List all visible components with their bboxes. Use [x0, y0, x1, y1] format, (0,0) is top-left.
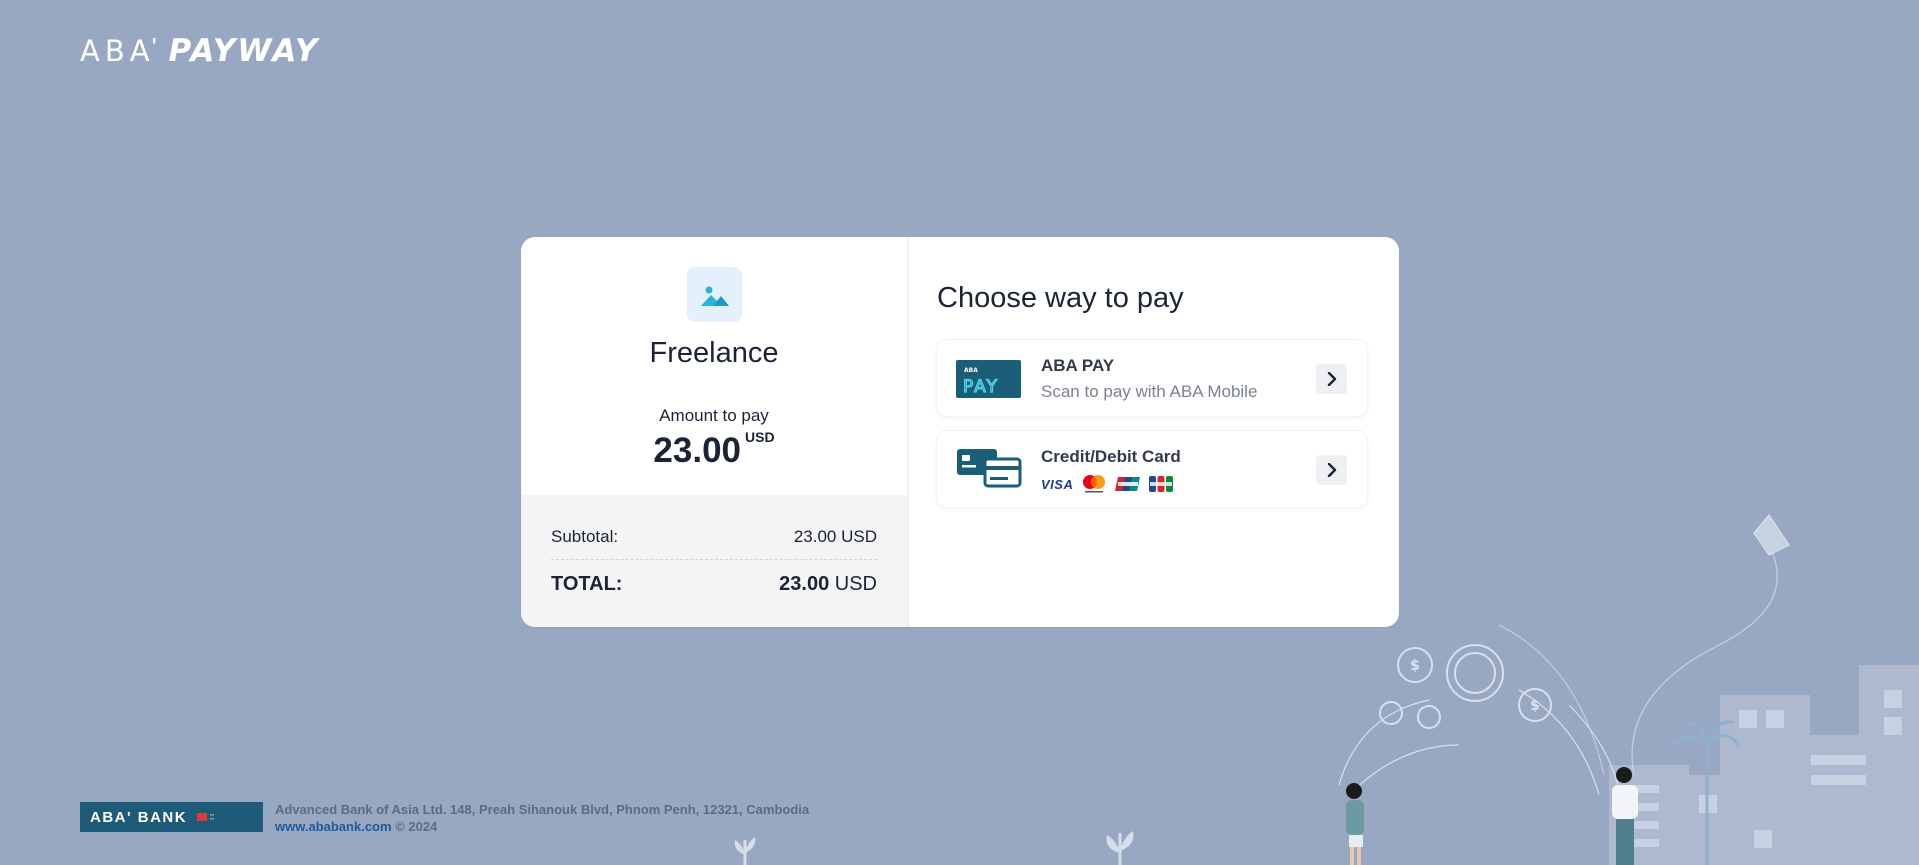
- footer-links: www.ababank.com © 2024: [275, 818, 809, 835]
- aba-pay-icon-text: PAY: [963, 377, 999, 397]
- aba-bank-logo-text: ABA' BANK: [90, 808, 188, 826]
- jcb-logo: [1149, 476, 1174, 492]
- order-panel: Freelance Amount to pay 23.00 USD Subtota…: [521, 237, 909, 627]
- amount-label: Amount to pay: [659, 406, 769, 425]
- copyright: © 2024: [395, 819, 438, 834]
- payment-title: Choose way to pay: [937, 282, 1184, 314]
- city-illustration: $ $: [1338, 514, 1919, 865]
- website-link[interactable]: www.ababank.com: [275, 819, 392, 834]
- amount-value: 23.00: [653, 431, 742, 470]
- payway-logo: ABA ' PAYWAY: [80, 32, 320, 69]
- dollar-icon: $: [1410, 658, 1420, 674]
- total-amount: 23.00: [779, 573, 830, 595]
- aba-pay-icon-top-text: ABA: [964, 367, 978, 374]
- subtotal-row: Subtotal: 23.00 USD: [551, 527, 877, 547]
- summary-divider: [551, 559, 877, 560]
- footer-info: Advanced Bank of Asia Ltd. 148, Preah Si…: [275, 801, 809, 835]
- national-bank-logo: ▪▪▪ ▪▪▪: [210, 812, 215, 821]
- mastercard-logo: [1083, 475, 1106, 493]
- canada-flag-icon: [197, 813, 208, 821]
- aba-pay-title: ABA PAY: [1041, 356, 1115, 375]
- logo-payway-text: PAYWAY: [168, 33, 320, 69]
- aba-pay-icon: ABA PAY: [956, 360, 1021, 403]
- footer-address: Advanced Bank of Asia Ltd. 148, Preah Si…: [275, 802, 810, 817]
- merchant-name: Freelance: [649, 337, 779, 369]
- total-row: TOTAL: 23.00 USD: [551, 573, 877, 596]
- amount-currency: USD: [745, 429, 775, 445]
- card-brands: VISA: [1041, 474, 1174, 494]
- chevron-right-icon[interactable]: [1316, 364, 1347, 394]
- unionpay-logo: [1115, 477, 1141, 491]
- logo-tick: ': [151, 32, 157, 62]
- total-value: 23.00 USD: [779, 573, 877, 596]
- subtotal-value: 23.00 USD: [793, 527, 877, 546]
- image-icon: [687, 267, 742, 322]
- aba-pay-option[interactable]: ABA PAY ABA PAY Scan to pay with ABA Mob…: [937, 340, 1367, 416]
- amount-display: 23.00 USD: [521, 429, 907, 471]
- logo-aba-text: ABA: [80, 34, 155, 68]
- subtotal-label: Subtotal:: [551, 527, 619, 546]
- total-currency: USD: [834, 573, 877, 595]
- plant-decoration: [1106, 831, 1134, 865]
- order-summary: Subtotal: 23.00 USD TOTAL: 23.00 USD: [521, 495, 907, 627]
- credit-card-icon: [956, 448, 1022, 493]
- visa-logo: VISA: [1041, 476, 1074, 492]
- credit-card-title: Credit/Debit Card: [1041, 447, 1181, 466]
- aba-bank-logo: ABA' BANK ▪▪▪ ▪▪▪: [80, 802, 263, 832]
- aba-pay-subtitle: Scan to pay with ABA Mobile: [1041, 382, 1258, 401]
- chevron-right-icon[interactable]: [1316, 455, 1347, 485]
- total-label: TOTAL:: [551, 573, 623, 595]
